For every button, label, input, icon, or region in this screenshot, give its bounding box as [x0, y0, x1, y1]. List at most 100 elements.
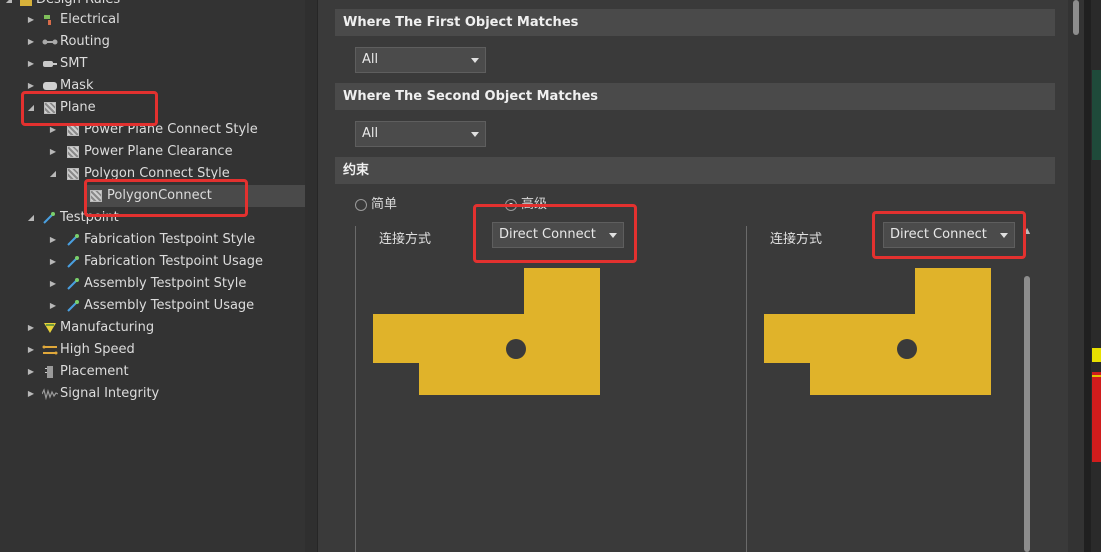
tree-item-power-plane-connect-style[interactable]: ▶ Power Plane Connect Style: [0, 119, 300, 141]
collapsed-arrow-icon[interactable]: ▶: [48, 251, 58, 273]
tree-item-label: Electrical: [60, 12, 120, 27]
tree-item-label: Manufacturing: [60, 320, 155, 335]
collapsed-arrow-icon[interactable]: ▶: [26, 361, 36, 383]
tree-item-smt[interactable]: ▶ SMT: [0, 53, 300, 75]
collapsed-arrow-icon[interactable]: ▶: [26, 75, 36, 97]
tree-item-assembly-testpoint-style[interactable]: ▶ Assembly Testpoint Style: [0, 273, 300, 295]
tree-item-label: Fabrication Testpoint Style: [84, 232, 256, 247]
direct-connect-preview-right: [764, 268, 991, 395]
collapsed-arrow-icon[interactable]: ▶: [48, 141, 58, 163]
collapsed-arrow-icon[interactable]: ▶: [48, 229, 58, 251]
chevron-down-icon: [471, 132, 479, 137]
tree-item-plane[interactable]: ◢ Plane: [0, 97, 300, 119]
tree-item-power-plane-clearance[interactable]: ▶ Power Plane Clearance: [0, 141, 300, 163]
manufacturing-icon: [44, 323, 56, 333]
tree-item-polygonconnect[interactable]: PolygonConnect: [0, 185, 300, 207]
connect-style-label-right: 连接方式: [770, 232, 823, 247]
constraints-header: 约束: [335, 157, 1055, 184]
tree-item-testpoint[interactable]: ◢ Testpoint: [0, 207, 300, 229]
testpoint-icon: [67, 300, 79, 312]
tree-item-signal-integrity[interactable]: ▶ Signal Integrity: [0, 383, 300, 405]
panel-divider: [1084, 0, 1091, 552]
connect-style-dropdown-left[interactable]: Direct Connect: [492, 222, 624, 248]
plane-icon: [67, 124, 79, 136]
collapsed-arrow-icon[interactable]: ▶: [48, 295, 58, 317]
tree-item-label: Plane: [60, 100, 96, 115]
tree-item-label: PolygonConnect: [107, 188, 212, 203]
tree-item-polygon-connect-style[interactable]: ◢ Polygon Connect Style: [0, 163, 300, 185]
tree-item-label: Power Plane Clearance: [84, 144, 233, 159]
second-object-dropdown[interactable]: All: [355, 121, 486, 147]
board-strip-red: [1092, 372, 1101, 462]
dropdown-value: All: [362, 52, 379, 67]
left-pane-border: [355, 226, 356, 552]
direct-connect-preview-left: [373, 268, 600, 395]
tree-item-fabrication-testpoint-style[interactable]: ▶ Fabrication Testpoint Style: [0, 229, 300, 251]
testpoint-icon: [43, 212, 55, 224]
design-rules-icon: [20, 0, 32, 6]
expanded-arrow-icon[interactable]: ◢: [26, 207, 36, 229]
right-pane-border: [746, 226, 747, 552]
panel-scrollbar-track[interactable]: [1068, 0, 1084, 552]
chevron-down-icon: [609, 233, 617, 238]
high-speed-icon: [42, 345, 58, 355]
testpoint-icon: [67, 256, 79, 268]
tree-item-label: Fabrication Testpoint Usage: [84, 254, 263, 269]
plane-icon: [90, 190, 102, 202]
collapsed-arrow-icon[interactable]: ▶: [48, 273, 58, 295]
tree-item-label: Signal Integrity: [60, 386, 160, 401]
tree-item-label: Power Plane Connect Style: [84, 122, 258, 137]
board-strip-green: [1092, 70, 1101, 160]
connect-style-dropdown-right[interactable]: Direct Connect: [883, 222, 1015, 248]
collapsed-arrow-icon[interactable]: ▶: [26, 53, 36, 75]
testpoint-icon: [67, 234, 79, 246]
tree-item-assembly-testpoint-usage[interactable]: ▶ Assembly Testpoint Usage: [0, 295, 300, 317]
electrical-icon: [44, 15, 51, 25]
collapsed-arrow-icon[interactable]: ▶: [26, 317, 36, 339]
chevron-down-icon: [1000, 233, 1008, 238]
second-object-header: Where The Second Object Matches: [335, 83, 1055, 110]
tree-item-label: Assembly Testpoint Style: [84, 276, 247, 291]
panel-scrollbar-thumb[interactable]: [1073, 0, 1079, 35]
collapsed-arrow-icon[interactable]: ▶: [26, 9, 36, 31]
radio-checked-icon: [505, 199, 517, 211]
tree-item-label: Testpoint: [60, 210, 119, 225]
expanded-arrow-icon[interactable]: ◢: [48, 163, 58, 185]
constraints-scrollbar-thumb[interactable]: [1024, 276, 1030, 552]
collapsed-arrow-icon[interactable]: ▶: [26, 31, 36, 53]
first-object-dropdown[interactable]: All: [355, 47, 486, 73]
tree-item-label: Routing: [60, 34, 110, 49]
radio-label: 简单: [371, 197, 398, 212]
tree-item-label: Polygon Connect Style: [84, 166, 230, 181]
tree-item-placement[interactable]: ▶ Placement: [0, 361, 300, 383]
tree-item-high-speed[interactable]: ▶ High Speed: [0, 339, 300, 361]
tree-item-label: Assembly Testpoint Usage: [84, 298, 255, 313]
tree-item-routing[interactable]: ▶ Routing: [0, 31, 300, 53]
expanded-arrow-icon[interactable]: ◢: [26, 97, 36, 119]
first-object-header: Where The First Object Matches: [335, 9, 1055, 36]
tree-item-label: Placement: [60, 364, 129, 379]
collapsed-arrow-icon[interactable]: ▶: [26, 339, 36, 361]
collapsed-arrow-icon[interactable]: ▶: [26, 383, 36, 405]
radio-unchecked-icon: [355, 199, 367, 211]
board-strip-dash: [1092, 375, 1101, 377]
routing-icon: [42, 39, 58, 45]
splitter[interactable]: [305, 0, 318, 552]
tree-item-manufacturing[interactable]: ▶ Manufacturing: [0, 317, 300, 339]
scroll-up-arrow-icon[interactable]: ▲: [1024, 226, 1030, 235]
tree-item-fabrication-testpoint-usage[interactable]: ▶ Fabrication Testpoint Usage: [0, 251, 300, 273]
connect-style-label-left: 连接方式: [379, 232, 432, 247]
dropdown-value: All: [362, 126, 379, 141]
tree-item-electrical[interactable]: ▶ Electrical: [0, 9, 300, 31]
plane-icon: [67, 146, 79, 158]
plane-icon: [44, 102, 56, 114]
smt-icon: [43, 61, 57, 67]
signal-integrity-icon: [42, 388, 58, 400]
chevron-down-icon: [471, 58, 479, 63]
collapsed-arrow-icon[interactable]: ▶: [48, 119, 58, 141]
tree-item-mask[interactable]: ▶ Mask: [0, 75, 300, 97]
pcb-view-edge: [1091, 0, 1101, 552]
radio-label: 高级: [521, 197, 548, 212]
rule-editor-panel: Where The First Object Matches All Where…: [318, 0, 1084, 552]
dropdown-value: Direct Connect: [890, 227, 987, 242]
